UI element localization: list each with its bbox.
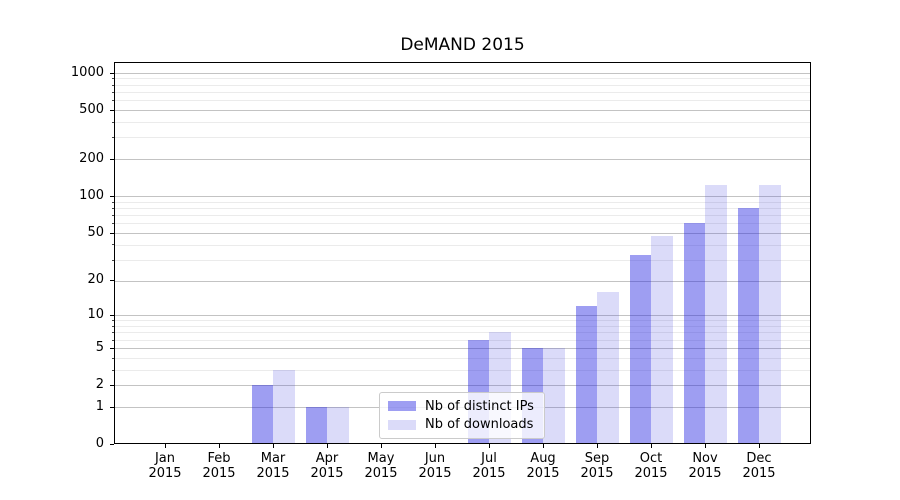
- gridline-minor: [115, 78, 810, 79]
- gridline-minor: [115, 137, 810, 138]
- legend-label: Nb of downloads: [425, 417, 533, 432]
- legend-label: Nb of distinct IPs: [425, 399, 534, 414]
- y-minor-tick: [112, 326, 114, 327]
- y-minor-tick: [112, 332, 114, 333]
- y-tick: [110, 73, 114, 74]
- x-tick-label: May2015: [351, 451, 411, 481]
- x-tick: [219, 444, 220, 448]
- x-tick: [543, 444, 544, 448]
- y-tick: [110, 444, 114, 445]
- y-tick: [110, 348, 114, 349]
- x-tick: [273, 444, 274, 448]
- x-tick: [489, 444, 490, 448]
- x-tick: [705, 444, 706, 448]
- y-tick-label: 50: [44, 225, 104, 241]
- bar-downloads-mar: [273, 370, 295, 443]
- gridline-major: [115, 73, 810, 74]
- gridline-minor: [115, 122, 810, 123]
- x-tick: [327, 444, 328, 448]
- x-tick-label: Nov2015: [675, 451, 735, 481]
- y-tick: [110, 233, 114, 234]
- gridline-minor: [115, 92, 810, 93]
- x-tick-label: Jun2015: [405, 451, 465, 481]
- y-minor-tick: [112, 260, 114, 261]
- bar-downloads-apr: [327, 407, 349, 443]
- figure: DeMAND 2015 Nb of distinct IPs Nb of dow…: [0, 0, 900, 500]
- x-tick-label: Apr2015: [297, 451, 357, 481]
- y-minor-tick: [112, 370, 114, 371]
- chart-title: DeMAND 2015: [114, 35, 811, 55]
- gridline-major: [115, 159, 810, 160]
- x-tick-label: Dec2015: [729, 451, 789, 481]
- x-tick-label: Jan2015: [135, 451, 195, 481]
- y-minor-tick: [112, 100, 114, 101]
- bar-distinct-ips-nov: [684, 223, 706, 443]
- x-tick-label: Feb2015: [189, 451, 249, 481]
- y-tick-label: 1: [44, 399, 104, 415]
- bar-downloads-nov: [705, 185, 727, 443]
- y-minor-tick: [112, 92, 114, 93]
- gridline-minor: [115, 85, 810, 86]
- y-tick: [110, 385, 114, 386]
- y-tick-label: 20: [44, 272, 104, 288]
- y-tick: [110, 280, 114, 281]
- x-tick-label: Sep2015: [567, 451, 627, 481]
- bar-downloads-sep: [597, 292, 619, 443]
- bar-downloads-dec: [759, 185, 781, 443]
- bar-downloads-oct: [651, 236, 673, 443]
- bar-distinct-ips-mar: [252, 385, 274, 443]
- y-tick-label: 1000: [44, 65, 104, 81]
- legend: Nb of distinct IPs Nb of downloads: [379, 392, 545, 439]
- plot-area: [114, 62, 811, 444]
- y-minor-tick: [112, 358, 114, 359]
- y-minor-tick: [112, 78, 114, 79]
- y-minor-tick: [112, 122, 114, 123]
- legend-swatch-distinct-ips: [388, 401, 416, 411]
- y-tick: [110, 407, 114, 408]
- x-tick: [435, 444, 436, 448]
- bar-distinct-ips-sep: [576, 306, 598, 443]
- y-tick: [110, 110, 114, 111]
- y-minor-tick: [112, 202, 114, 203]
- y-minor-tick: [112, 208, 114, 209]
- x-tick: [759, 444, 760, 448]
- y-tick: [110, 159, 114, 160]
- y-tick-label: 10: [44, 307, 104, 323]
- y-tick-label: 5: [44, 340, 104, 356]
- x-tick: [165, 444, 166, 448]
- y-minor-tick: [112, 244, 114, 245]
- legend-swatch-downloads: [388, 420, 416, 430]
- bar-distinct-ips-apr: [306, 407, 328, 443]
- x-tick-label: Mar2015: [243, 451, 303, 481]
- x-tick: [651, 444, 652, 448]
- y-minor-tick: [112, 223, 114, 224]
- x-tick-label: Aug2015: [513, 451, 573, 481]
- y-tick-label: 500: [44, 102, 104, 118]
- bar-downloads-aug: [543, 348, 565, 443]
- bar-distinct-ips-oct: [630, 255, 652, 444]
- bar-distinct-ips-dec: [738, 208, 760, 443]
- x-tick-label: Jul2015: [459, 451, 519, 481]
- y-minor-tick: [112, 215, 114, 216]
- y-tick-label: 200: [44, 151, 104, 167]
- y-tick: [110, 196, 114, 197]
- y-minor-tick: [112, 85, 114, 86]
- y-tick: [110, 315, 114, 316]
- legend-item-distinct-ips: Nb of distinct IPs: [388, 399, 536, 414]
- x-tick-label: Oct2015: [621, 451, 681, 481]
- legend-item-downloads: Nb of downloads: [388, 417, 536, 432]
- x-tick: [381, 444, 382, 448]
- gridline-minor: [115, 100, 810, 101]
- y-minor-tick: [112, 340, 114, 341]
- gridline-major: [115, 110, 810, 111]
- y-minor-tick: [112, 320, 114, 321]
- y-tick-label: 2: [44, 377, 104, 393]
- x-tick: [597, 444, 598, 448]
- y-minor-tick: [112, 137, 114, 138]
- y-tick-label: 0: [44, 436, 104, 452]
- y-tick-label: 100: [44, 188, 104, 204]
